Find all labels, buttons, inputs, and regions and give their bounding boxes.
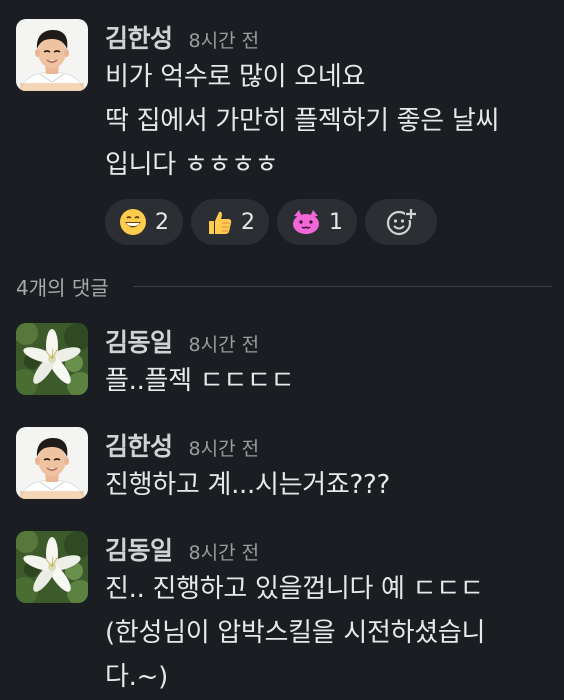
man-portrait-avatar-icon — [16, 427, 88, 499]
message-content: 김동일 8시간 전 플..플젝 ㄷㄷㄷㄷ — [105, 323, 556, 403]
message-line: 플..플젝 ㄷㄷㄷㄷ — [105, 366, 295, 396]
pink-cat-emoji-icon — [293, 210, 319, 234]
message-content: 김한성 8시간 전 비가 억수로 많이 오네요 딱 집에서 가만히 플젝하기 좋… — [105, 19, 556, 245]
avatar[interactable] — [16, 427, 88, 499]
reactions-bar: 2 2 1 — [105, 199, 556, 245]
thread-divider: 4개의 댓글 — [16, 271, 552, 301]
message-line: 다.~) — [105, 662, 168, 692]
avatar[interactable] — [16, 531, 88, 603]
message-line: 딱 집에서 가만히 플젝하기 좋은 날씨 — [105, 106, 500, 136]
timestamp[interactable]: 8시간 전 — [189, 538, 260, 565]
author-name[interactable]: 김동일 — [105, 323, 173, 359]
message-line: (한성님이 압박스킬을 시전하셨습니 — [105, 618, 486, 648]
reaction-count: 2 — [241, 209, 255, 235]
divider-line — [132, 285, 552, 287]
reply-count-label: 4개의 댓글 — [16, 275, 109, 300]
reaction-grinning[interactable]: 2 — [105, 199, 183, 245]
message-line: 진행하고 계...시는거죠??? — [105, 470, 390, 500]
message-line: 비가 억수로 많이 오네요 — [105, 62, 366, 92]
message-content: 김한성 8시간 전 진행하고 계...시는거죠??? — [105, 427, 556, 507]
timestamp[interactable]: 8시간 전 — [189, 330, 260, 357]
add-emoji-icon — [386, 208, 417, 236]
timestamp[interactable]: 8시간 전 — [189, 26, 260, 53]
message-content: 김동일 8시간 전 진.. 진행하고 있을껍니다 예 ㄷㄷㄷ (한성님이 압박스… — [105, 531, 556, 699]
grinning-face-icon — [120, 209, 146, 235]
avatar[interactable] — [16, 323, 88, 395]
message-line: 입니다 ㅎㅎㅎㅎ — [105, 150, 279, 180]
man-portrait-avatar-icon — [16, 19, 88, 91]
reaction-thumbs-up[interactable]: 2 — [191, 199, 269, 245]
message-header: 김한성 8시간 전 — [105, 19, 556, 55]
message-header: 김동일 8시간 전 — [105, 531, 556, 567]
white-flower-avatar-icon — [16, 323, 88, 395]
message-header: 김동일 8시간 전 — [105, 323, 556, 359]
add-reaction-button[interactable] — [365, 199, 437, 245]
author-name[interactable]: 김한성 — [105, 19, 173, 55]
reaction-pink-cat[interactable]: 1 — [277, 199, 357, 245]
message-header: 김한성 8시간 전 — [105, 427, 556, 463]
avatar[interactable] — [16, 19, 88, 91]
author-name[interactable]: 김동일 — [105, 531, 173, 567]
author-name[interactable]: 김한성 — [105, 427, 173, 463]
reaction-count: 1 — [329, 209, 343, 235]
thumbs-up-icon — [209, 211, 232, 234]
message-line: 진.. 진행하고 있을껍니다 예 ㄷㄷㄷ — [105, 574, 484, 604]
timestamp[interactable]: 8시간 전 — [189, 434, 260, 461]
white-flower-avatar-icon — [16, 531, 88, 603]
reaction-count: 2 — [155, 209, 169, 235]
